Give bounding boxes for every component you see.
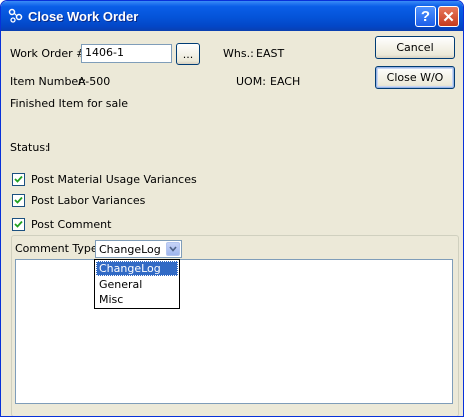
- item-number-label: Item Number:: [10, 75, 87, 88]
- window-title: Close Work Order: [28, 9, 139, 24]
- whs-label: Whs.:: [223, 47, 254, 60]
- chevron-down-icon[interactable]: [166, 242, 180, 256]
- post-comment-checkbox[interactable]: [12, 218, 25, 231]
- cancel-button[interactable]: Cancel: [375, 36, 455, 59]
- post-material-usage-variances-checkbox[interactable]: [12, 173, 25, 186]
- item-number-value: A-500: [78, 75, 111, 88]
- checkmark-icon: [14, 196, 23, 204]
- status-label: Status:: [10, 141, 49, 154]
- post-labor-variances-label: Post Labor Variances: [31, 194, 146, 207]
- whs-value: EAST: [256, 47, 285, 60]
- comment-textarea[interactable]: [15, 259, 453, 404]
- checkmark-icon: [14, 175, 23, 183]
- help-button[interactable]: ?: [415, 6, 436, 27]
- dropdown-option-changelog[interactable]: ChangeLog: [96, 261, 178, 276]
- post-comment-label: Post Comment: [31, 218, 112, 231]
- item-description: Finished Item for sale: [10, 97, 129, 110]
- title-bar[interactable]: Close Work Order ? ✕: [1, 1, 463, 31]
- work-order-lookup-button[interactable]: ...: [176, 43, 200, 65]
- close-wo-button[interactable]: Close W/O: [375, 66, 455, 89]
- close-work-order-window: Close Work Order ? ✕ Work Order #: 1406-…: [0, 0, 464, 417]
- uom-value: EACH: [270, 75, 301, 88]
- close-window-button[interactable]: ✕: [438, 6, 459, 27]
- comment-type-value: ChangeLog: [99, 243, 161, 256]
- work-order-label: Work Order #:: [10, 47, 90, 60]
- app-icon: [8, 8, 23, 23]
- comment-type-select[interactable]: ChangeLog: [95, 240, 182, 258]
- checkmark-icon: [14, 220, 23, 228]
- post-material-usage-variances-label: Post Material Usage Variances: [31, 173, 197, 186]
- close-icon: ✕: [442, 8, 455, 26]
- work-order-input[interactable]: 1406-1: [81, 44, 172, 63]
- dropdown-option-misc[interactable]: Misc: [96, 292, 178, 307]
- post-labor-variances-checkbox[interactable]: [12, 194, 25, 207]
- dropdown-option-general[interactable]: General: [96, 277, 178, 292]
- dialog-body: Work Order #: 1406-1 ... Whs.: EAST Canc…: [4, 31, 460, 416]
- status-value: I: [47, 141, 51, 154]
- help-icon: ?: [420, 8, 431, 25]
- uom-label: UOM:: [236, 75, 266, 88]
- comment-type-label: Comment Type:: [15, 242, 102, 255]
- comment-type-dropdown-list: ChangeLog General Misc: [94, 259, 180, 309]
